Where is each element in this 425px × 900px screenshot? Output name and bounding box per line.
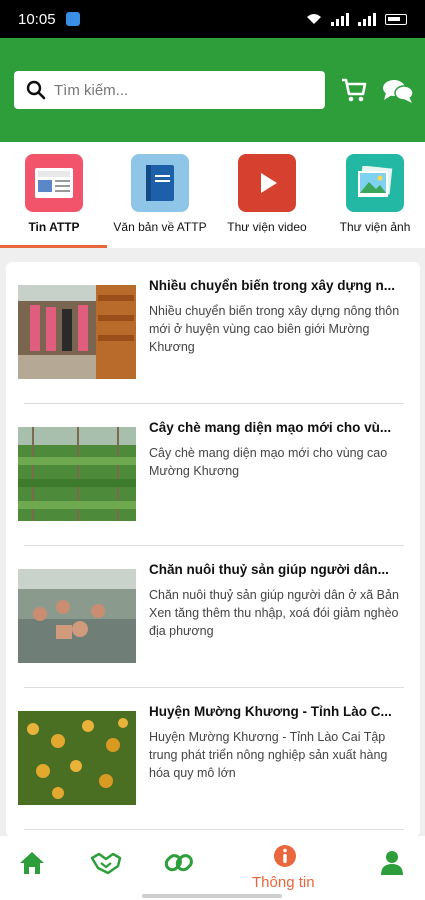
nav-label-thong-tin[interactable]: Thông tin	[252, 874, 315, 891]
article-thumbnail	[18, 285, 136, 379]
article-list: Nhiều chuyển biến trong xây dựng n... Nh…	[6, 262, 420, 837]
divider	[24, 829, 404, 830]
battery-icon	[385, 13, 407, 25]
search-icon	[26, 80, 46, 100]
article-title: Huyện Mường Khương - Tỉnh Lào C...	[149, 704, 392, 719]
link-icon[interactable]	[164, 850, 194, 876]
list-item[interactable]: Cây chè mang diện mạo mới cho vù... Cây …	[6, 404, 420, 546]
article-title: Chăn nuôi thuỷ sản giúp người dân...	[149, 562, 389, 577]
signal-icon	[331, 12, 349, 26]
tab-label: Tin ATTP	[28, 220, 80, 234]
image-gallery-icon	[346, 154, 404, 212]
user-icon[interactable]	[380, 850, 404, 876]
app-header	[0, 38, 425, 142]
list-item[interactable]: Nhiều chuyển biến trong xây dựng n... Nh…	[6, 262, 420, 404]
gesture-bar	[142, 894, 282, 898]
notification-icon	[65, 12, 80, 26]
category-tabs: Tin ATTP Văn bản về ATTP Thư viện video …	[0, 142, 425, 248]
article-title: Cây chè mang diện mạo mới cho vù...	[149, 420, 392, 435]
tab-van-ban-attp[interactable]: Văn bản về ATTP	[111, 154, 209, 234]
status-icons	[306, 12, 407, 26]
tab-tin-attp[interactable]: Tin ATTP	[18, 154, 90, 234]
article-description: Chăn nuôi thuỷ sản giúp người dân ở xã B…	[149, 588, 399, 638]
article-thumbnail	[18, 711, 136, 805]
article-title: Nhiều chuyển biến trong xây dựng n...	[149, 278, 396, 293]
tab-label: Văn bản về ATTP	[113, 220, 207, 234]
signal-icon-2	[358, 12, 376, 26]
active-tab-indicator	[0, 245, 107, 248]
cart-icon[interactable]	[340, 76, 368, 104]
list-item[interactable]: Huyện Mường Khương - Tỉnh Lào C... Huyện…	[6, 688, 420, 830]
tab-thu-vien-video[interactable]: Thư viện video	[224, 154, 310, 234]
search-bar[interactable]	[14, 71, 325, 109]
home-icon[interactable]	[18, 850, 46, 876]
book-icon	[131, 154, 189, 212]
status-time: 10:05	[18, 10, 56, 28]
tab-label: Thư viện video	[227, 220, 307, 234]
bottom-nav: Thông tin	[0, 836, 425, 900]
article-description: Nhiều chuyển biến trong xây dựng nông th…	[149, 304, 400, 354]
article-thumbnail	[18, 569, 136, 663]
play-icon	[238, 154, 296, 212]
info-icon[interactable]	[273, 844, 297, 868]
article-description: Cây chè mang diện mạo mới cho vùng cao M…	[149, 446, 388, 478]
list-item[interactable]: Chăn nuôi thuỷ sản giúp người dân... Chă…	[6, 546, 420, 688]
search-input[interactable]	[54, 81, 294, 99]
tab-label: Thư viện ảnh	[339, 220, 411, 234]
handshake-icon[interactable]	[90, 850, 122, 876]
article-thumbnail	[18, 427, 136, 521]
article-description: Huyện Mường Khương - Tỉnh Lào Cai Tập tr…	[149, 730, 388, 780]
status-bar: 10:05	[0, 0, 425, 38]
newspaper-icon	[25, 154, 83, 212]
chat-icon[interactable]	[382, 78, 414, 104]
wifi-icon	[307, 14, 321, 24]
tab-thu-vien-anh[interactable]: Thư viện ảnh	[335, 154, 415, 234]
